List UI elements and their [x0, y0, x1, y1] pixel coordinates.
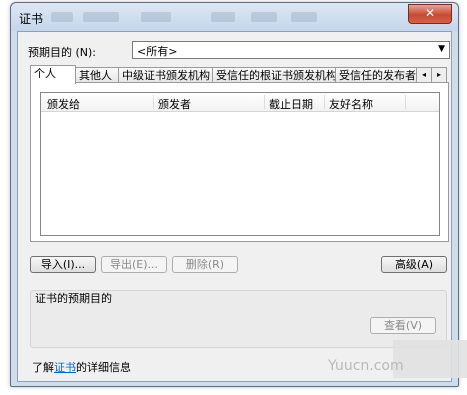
tab-label: 个人: [34, 67, 56, 80]
title-bar-blur: [51, 12, 73, 22]
chevron-right-icon: ▸: [436, 70, 441, 79]
tab-scroll-left-button[interactable]: ◂: [416, 67, 432, 83]
learn-more-suffix: 的详细信息: [76, 361, 131, 374]
watermark-backdrop: [393, 340, 467, 378]
tab-other-people[interactable]: 其他人: [75, 67, 120, 83]
column-divider[interactable]: [405, 95, 406, 109]
close-icon: ✕: [424, 6, 436, 20]
column-divider[interactable]: [264, 95, 265, 109]
title-bar-blur: [141, 12, 171, 22]
purpose-dropdown-value: <所有>: [137, 45, 178, 58]
tab-label: 其他人: [79, 69, 112, 82]
tab-label: 受信任的发布者: [339, 69, 416, 82]
column-expiration-date[interactable]: 截止日期: [269, 96, 313, 112]
learn-more-prefix: 了解: [32, 361, 54, 374]
tab-label: 受信任的根证书颁发机构: [216, 69, 337, 82]
tab-personal[interactable]: 个人: [30, 65, 76, 84]
column-divider[interactable]: [324, 95, 325, 109]
dialog-body: 预期目的 (N): <所有> ▼ 个人 其他人 中级证书颁发机构 受信任的根证书…: [17, 31, 452, 382]
watermark-text: Yuucn.com: [328, 358, 404, 374]
view-button[interactable]: 查看(V): [370, 317, 436, 334]
window-title: 证书: [19, 12, 44, 26]
tab-scroll-right-button[interactable]: ▸: [431, 67, 447, 83]
remove-button[interactable]: 删除(R): [172, 256, 238, 273]
intended-purposes-group: 证书的预期目的 查看(V): [30, 290, 447, 348]
tab-trusted-publishers[interactable]: 受信任的发布者: [335, 67, 419, 83]
column-divider[interactable]: [153, 95, 154, 109]
purpose-dropdown[interactable]: <所有> ▼: [132, 41, 450, 59]
certificates-dialog: 证书 ✕ 预期目的 (N): <所有> ▼ 个人 其他人 中级证书颁发机构 受信…: [10, 2, 459, 387]
tab-label: 中级证书颁发机构: [122, 69, 210, 82]
title-bar-blur: [83, 12, 119, 22]
certificates-link[interactable]: 证书: [54, 361, 76, 374]
column-issued-by[interactable]: 颁发者: [158, 96, 191, 112]
chevron-left-icon: ◂: [421, 70, 426, 79]
certificate-list[interactable]: 颁发给 颁发者 截止日期 友好名称: [40, 92, 440, 236]
tab-panel: 颁发给 颁发者 截止日期 友好名称: [30, 82, 449, 242]
tab-intermediate-ca[interactable]: 中级证书颁发机构: [118, 67, 214, 83]
close-button[interactable]: ✕: [408, 4, 452, 24]
chevron-down-icon: ▼: [438, 44, 445, 54]
learn-more-text: 了解证书的详细信息: [32, 359, 131, 375]
title-bar-blur: [251, 12, 277, 22]
import-button[interactable]: 导入(I)...: [30, 256, 96, 273]
intended-purposes-label: 证书的预期目的: [35, 292, 112, 305]
export-button[interactable]: 导出(E)...: [101, 256, 167, 273]
title-bar[interactable]: 证书 ✕: [11, 3, 458, 31]
column-issued-to[interactable]: 颁发给: [47, 96, 80, 112]
title-bar-blur: [211, 12, 235, 22]
column-friendly-name[interactable]: 友好名称: [329, 96, 373, 112]
title-bar-blur: [291, 12, 317, 22]
list-header: 颁发给 颁发者 截止日期 友好名称: [41, 93, 439, 112]
tab-strip: 个人 其他人 中级证书颁发机构 受信任的根证书颁发机构 受信任的发布者 ◂ ▸: [30, 65, 448, 84]
tab-trusted-root-ca[interactable]: 受信任的根证书颁发机构: [212, 67, 337, 83]
advanced-button[interactable]: 高级(A): [381, 256, 447, 273]
purpose-label: 预期目的 (N):: [28, 46, 97, 59]
